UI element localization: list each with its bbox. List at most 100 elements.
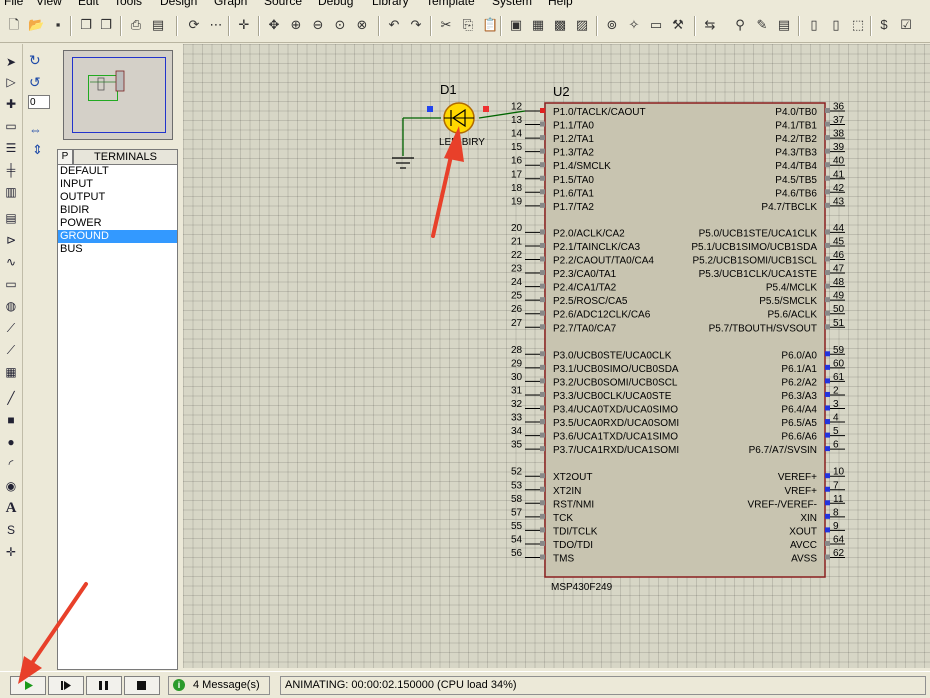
menu-system[interactable]: System	[492, 0, 532, 8]
pan-icon[interactable]: ✥	[266, 17, 282, 33]
tape-recorder-icon[interactable]: ▭	[3, 276, 19, 292]
save-icon[interactable]: ▪	[50, 17, 66, 33]
symbol-icon[interactable]: S	[3, 522, 19, 538]
box-icon[interactable]: ■	[3, 412, 19, 428]
remove-sheet-icon[interactable]: ▯	[828, 17, 844, 33]
parent-sheet-icon[interactable]: ⬚	[850, 17, 866, 33]
text-script-icon[interactable]: ☰	[3, 140, 19, 156]
rotate-cw-icon[interactable]: ↻	[29, 52, 41, 69]
terminals-mode-icon[interactable]: ▤	[3, 210, 19, 226]
menu-edit[interactable]: Edit	[78, 0, 99, 8]
menu-template[interactable]: Template	[426, 0, 475, 8]
marker-icon[interactable]: ✛	[3, 544, 19, 560]
messages-indicator[interactable]: i 4 Message(s)	[168, 676, 270, 695]
erc-icon[interactable]: ☑	[898, 17, 914, 33]
mirror-horizontal-icon[interactable]: ⇔	[29, 122, 42, 137]
terminal-item-ground[interactable]: GROUND	[58, 230, 177, 243]
origin-icon[interactable]: ✛	[236, 17, 252, 33]
pick-devices-button[interactable]: P	[57, 149, 73, 165]
terminal-item-bus[interactable]: BUS	[58, 243, 177, 256]
property-assign-icon[interactable]: ✎	[754, 17, 770, 33]
new-file-icon[interactable]: 🗋	[6, 17, 22, 33]
export-icon[interactable]: ❐	[98, 17, 114, 33]
virtual-instruments-icon[interactable]: ▦	[3, 364, 19, 380]
block-delete-icon[interactable]: ▨	[574, 17, 590, 33]
zoom-out-icon[interactable]: ⊖	[310, 17, 326, 33]
overview-window[interactable]	[63, 50, 173, 140]
pin-state-indicator	[825, 229, 830, 235]
arc-icon[interactable]: ◜	[3, 456, 19, 472]
print-icon[interactable]: ⎙	[128, 17, 144, 33]
new-sheet-icon[interactable]: ▯	[806, 17, 822, 33]
zoom-in-icon[interactable]: ⊕	[288, 17, 304, 33]
component-mode-icon[interactable]: ▷	[3, 74, 19, 90]
grid-icon[interactable]: ⋯	[208, 17, 224, 33]
subcircuit-icon[interactable]: ▥	[3, 184, 19, 200]
terminal-item-default[interactable]: DEFAULT	[58, 165, 177, 178]
pin-number-right: 61	[833, 372, 845, 383]
wire-label-icon[interactable]: ▭	[3, 118, 19, 134]
menu-library[interactable]: Library	[372, 0, 409, 8]
terminal-item-output[interactable]: OUTPUT	[58, 191, 177, 204]
voltage-probe-icon[interactable]: ⟋	[3, 320, 19, 336]
wire-autorouter-icon[interactable]: ⇆	[702, 17, 718, 33]
pin-label-right: XOUT	[789, 526, 817, 537]
device-pins-icon[interactable]: ⊳	[3, 232, 19, 248]
pin-state-indicator	[825, 554, 830, 560]
block-rotate-icon[interactable]: ▩	[552, 17, 568, 33]
menu-tools[interactable]: Tools	[114, 0, 142, 8]
stop-button[interactable]	[124, 676, 160, 695]
redo-icon[interactable]: ↷	[408, 17, 424, 33]
mirror-vertical-icon[interactable]: ⇕	[32, 142, 43, 158]
path-icon[interactable]: ◉	[3, 478, 19, 494]
design-explorer-icon[interactable]: ▤	[776, 17, 792, 33]
toolbar-separator	[228, 16, 230, 36]
text-icon[interactable]: A	[3, 500, 19, 516]
graph-mode-icon[interactable]: ∿	[3, 254, 19, 270]
search-icon[interactable]: ⚲	[732, 17, 748, 33]
schematic-canvas[interactable]: U2 MSP430F249 12 P1.0/TACLK/CAOUT 13 P1.1/TA0…	[183, 44, 930, 668]
menu-design[interactable]: Design	[160, 0, 197, 8]
rotation-angle-field[interactable]	[28, 95, 50, 109]
rotate-ccw-icon[interactable]: ↺	[29, 74, 41, 91]
line-icon[interactable]: ╱	[3, 390, 19, 406]
menu-graph[interactable]: Graph	[214, 0, 247, 8]
copy-icon[interactable]: ⎘	[460, 17, 476, 33]
refresh-icon[interactable]: ⟳	[186, 17, 202, 33]
menu-file[interactable]: File	[4, 0, 23, 8]
package-icon[interactable]: ▭	[648, 17, 664, 33]
buses-icon[interactable]: ╪	[3, 162, 19, 178]
terminals-header: TERMINALS	[73, 149, 178, 165]
pin-label-left: P2.0/ACLK/CA2	[553, 228, 625, 239]
open-folder-icon[interactable]: 📂	[28, 17, 44, 33]
overview-thumbnail	[90, 70, 125, 92]
pin-state-indicator	[825, 175, 830, 181]
print-area-icon[interactable]: ▤	[150, 17, 166, 33]
pick-icon[interactable]: ⊚	[604, 17, 620, 33]
generator-icon[interactable]: ◍	[3, 298, 19, 314]
selection-mode-icon[interactable]: ➤	[3, 54, 19, 70]
import-icon[interactable]: ❐	[78, 17, 94, 33]
terminal-item-power[interactable]: POWER	[58, 217, 177, 230]
terminal-item-bidir[interactable]: BIDIR	[58, 204, 177, 217]
block-copy-icon[interactable]: ▣	[508, 17, 524, 33]
menu-source[interactable]: Source	[264, 0, 302, 8]
decompose-icon[interactable]: ⚒	[670, 17, 686, 33]
pin-state-indicator	[825, 135, 830, 141]
junction-dot-icon[interactable]: ✚	[3, 96, 19, 112]
current-probe-icon[interactable]: ⟋	[3, 342, 19, 358]
zoom-all-icon[interactable]: ⊙	[332, 17, 348, 33]
undo-icon[interactable]: ↶	[386, 17, 402, 33]
cut-icon[interactable]: ✂	[438, 17, 454, 33]
paste-icon[interactable]: 📋	[482, 17, 498, 33]
menu-view[interactable]: View	[36, 0, 62, 8]
block-move-icon[interactable]: ▦	[530, 17, 546, 33]
make-device-icon[interactable]: ✧	[626, 17, 642, 33]
menu-debug[interactable]: Debug	[318, 0, 353, 8]
circle-icon[interactable]: ●	[3, 434, 19, 450]
terminal-item-input[interactable]: INPUT	[58, 178, 177, 191]
menu-help[interactable]: Help	[548, 0, 573, 8]
zoom-area-icon[interactable]: ⊗	[354, 17, 370, 33]
pin-number-right: 46	[833, 250, 845, 261]
bom-icon[interactable]: $	[876, 17, 892, 33]
